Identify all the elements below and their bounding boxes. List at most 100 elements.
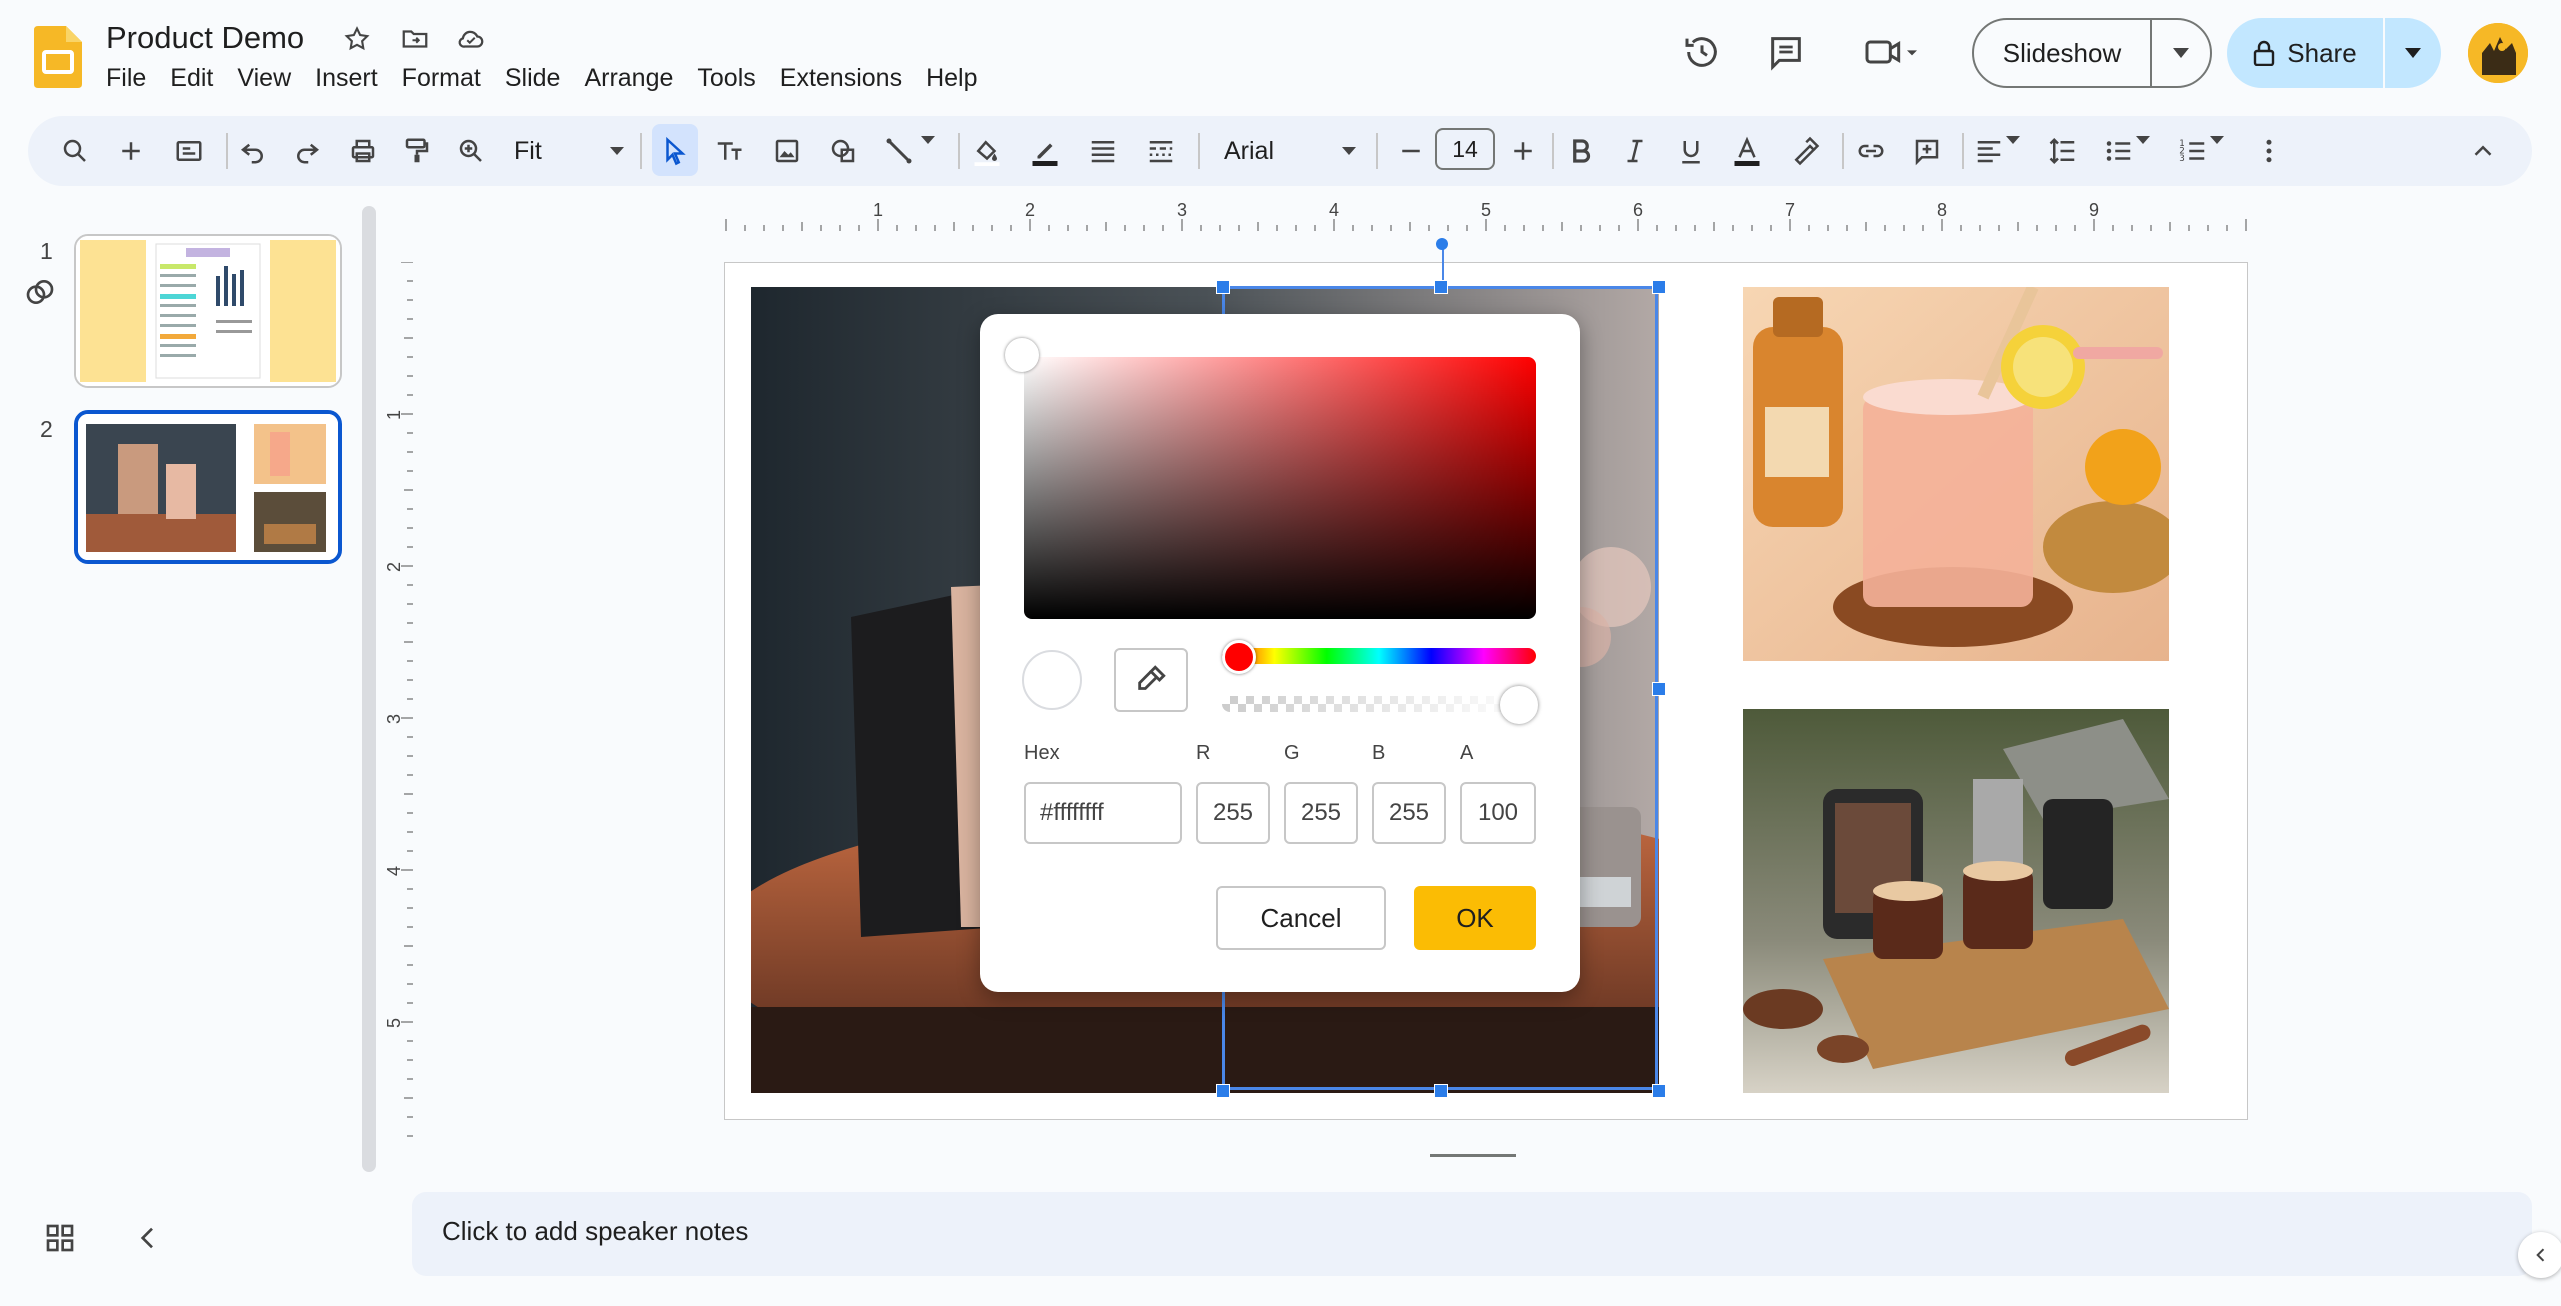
version-history-icon[interactable]	[1674, 24, 1730, 80]
comments-icon[interactable]	[1758, 24, 1814, 80]
ruler-label: 9	[2089, 200, 2099, 220]
menu-format[interactable]: Format	[390, 62, 493, 95]
slides-logo-icon[interactable]	[34, 26, 82, 88]
slide-number: 2	[40, 416, 53, 442]
menu-view[interactable]: View	[225, 62, 303, 95]
collapse-toolbar-icon[interactable]	[2460, 128, 2506, 174]
saturation-value-knob[interactable]	[1005, 338, 1039, 372]
line-dropdown-icon[interactable]	[918, 128, 954, 174]
paint-format-icon[interactable]	[394, 128, 440, 174]
resize-handle-ne[interactable]	[1652, 280, 1666, 294]
more-options-icon[interactable]	[2246, 128, 2292, 174]
a-label: A	[1460, 742, 1474, 764]
line-spacing-icon[interactable]	[2040, 128, 2086, 174]
font-family-select[interactable]: Arial	[1214, 126, 1366, 176]
menu-file[interactable]: File	[94, 62, 158, 95]
hue-slider[interactable]	[1222, 648, 1536, 664]
a-input[interactable]: 100	[1460, 782, 1536, 844]
italic-icon[interactable]	[1612, 128, 1658, 174]
resize-handle-se[interactable]	[1652, 1084, 1666, 1098]
layout-icon[interactable]	[166, 128, 212, 174]
peach-drink-photo[interactable]	[1743, 287, 2169, 661]
filmstrip-scrollbar[interactable]	[362, 206, 376, 1172]
line-icon[interactable]	[876, 128, 922, 174]
resize-handle-s[interactable]	[1434, 1084, 1448, 1098]
share-label: Share	[2287, 37, 2357, 68]
highlight-color-icon[interactable]	[1782, 128, 1828, 174]
border-color-icon[interactable]	[1022, 128, 1068, 174]
speaker-notes-placeholder[interactable]: Click to add speaker notes	[442, 1216, 748, 1247]
grid-view-icon[interactable]	[44, 1222, 76, 1259]
side-panel-toggle-icon[interactable]	[2518, 1232, 2561, 1278]
move-to-folder-icon[interactable]	[398, 22, 432, 56]
menu-insert[interactable]: Insert	[303, 62, 390, 95]
menu-arrange[interactable]: Arrange	[572, 62, 685, 95]
search-menus-icon[interactable]	[52, 128, 98, 174]
alpha-slider[interactable]	[1222, 696, 1536, 712]
menu-extensions[interactable]: Extensions	[768, 62, 914, 95]
cloud-status-icon[interactable]	[454, 22, 488, 56]
g-label: G	[1284, 742, 1300, 764]
fill-color-icon[interactable]	[964, 128, 1010, 174]
align-dropdown-icon[interactable]	[2004, 128, 2038, 174]
saturation-value-picker[interactable]	[1024, 357, 1536, 619]
zoom-icon[interactable]	[448, 128, 494, 174]
menu-help[interactable]: Help	[914, 62, 989, 95]
slide-thumbnail-2[interactable]	[74, 410, 342, 564]
slide-thumbnail-1[interactable]	[74, 234, 342, 388]
notes-resize-handle[interactable]	[1430, 1154, 1516, 1157]
rotate-handle[interactable]	[1436, 238, 1448, 250]
slideshow-label[interactable]: Slideshow	[1974, 20, 2152, 86]
share-dropdown-icon[interactable]	[2385, 18, 2441, 88]
hex-input[interactable]: #ffffffff	[1024, 782, 1182, 844]
slideshow-button[interactable]: Slideshow	[1972, 18, 2212, 88]
menu-slide[interactable]: Slide	[493, 62, 573, 95]
cancel-button[interactable]: Cancel	[1216, 886, 1386, 950]
menu-edit[interactable]: Edit	[158, 62, 225, 95]
border-weight-icon[interactable]	[1080, 128, 1126, 174]
print-icon[interactable]	[340, 128, 386, 174]
alpha-slider-knob[interactable]	[1500, 686, 1538, 724]
add-comment-icon[interactable]	[1904, 128, 1950, 174]
r-input[interactable]: 255	[1196, 782, 1270, 844]
resize-handle-nw[interactable]	[1216, 280, 1230, 294]
numbered-list-dropdown-icon[interactable]	[2208, 128, 2242, 174]
undo-icon[interactable]	[230, 128, 276, 174]
underline-icon[interactable]	[1668, 128, 1714, 174]
resize-handle-e[interactable]	[1652, 682, 1666, 696]
text-color-icon[interactable]	[1724, 128, 1770, 174]
increase-font-size-icon[interactable]	[1500, 128, 1546, 174]
slideshow-dropdown-icon[interactable]	[2152, 20, 2210, 86]
star-icon[interactable]	[340, 22, 374, 56]
border-dash-icon[interactable]	[1138, 128, 1184, 174]
avatar[interactable]	[2468, 23, 2528, 83]
text-box-icon[interactable]	[706, 128, 752, 174]
ruler-label: 3	[1177, 200, 1187, 220]
eyedropper-icon[interactable]	[1114, 648, 1188, 712]
menu-tools[interactable]: Tools	[685, 62, 767, 95]
b-input[interactable]: 255	[1372, 782, 1446, 844]
g-input[interactable]: 255	[1284, 782, 1358, 844]
hue-slider-knob[interactable]	[1222, 640, 1256, 674]
insert-link-icon[interactable]	[1848, 128, 1894, 174]
zoom-dropdown-icon	[610, 147, 624, 155]
insert-image-icon[interactable]	[764, 128, 810, 174]
share-button[interactable]: Share	[2227, 18, 2441, 88]
ok-button[interactable]: OK	[1414, 886, 1536, 950]
resize-handle-n[interactable]	[1434, 280, 1448, 294]
font-size-input[interactable]: 14	[1435, 128, 1495, 170]
decrease-font-size-icon[interactable]	[1388, 128, 1434, 174]
new-slide-icon[interactable]	[108, 128, 154, 174]
shape-icon[interactable]	[820, 128, 866, 174]
coffee-tray-photo[interactable]	[1743, 709, 2169, 1093]
ruler-label: 3	[384, 714, 404, 724]
collapse-filmstrip-icon[interactable]	[132, 1222, 164, 1259]
redo-icon[interactable]	[284, 128, 330, 174]
bold-icon[interactable]	[1558, 128, 1604, 174]
document-title[interactable]: Product Demo	[106, 20, 304, 56]
meet-camera-icon[interactable]	[1852, 24, 1932, 80]
zoom-select[interactable]: Fit	[508, 126, 630, 176]
bulleted-list-dropdown-icon[interactable]	[2134, 128, 2168, 174]
select-cursor-icon[interactable]	[652, 128, 698, 174]
resize-handle-sw[interactable]	[1216, 1084, 1230, 1098]
